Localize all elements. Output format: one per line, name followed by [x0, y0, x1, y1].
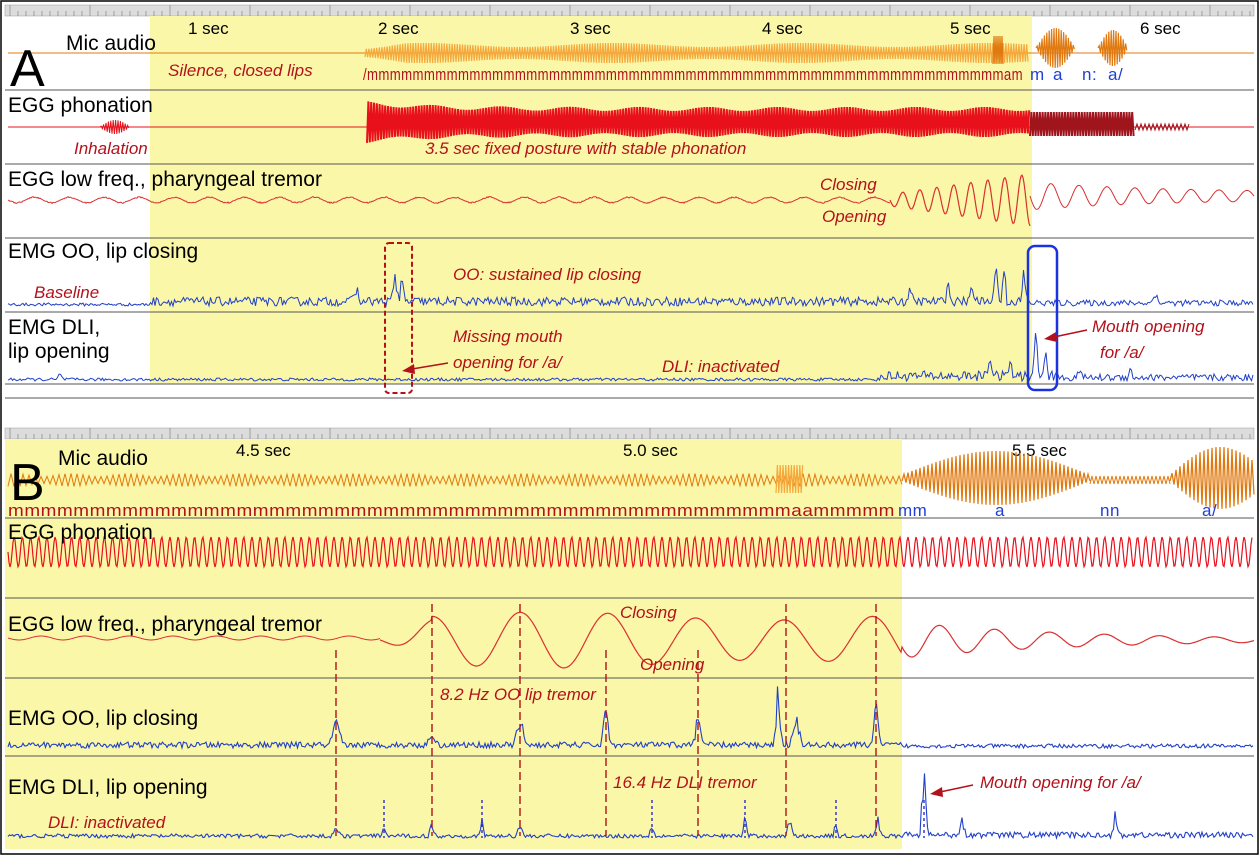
panel-a-sec-6: 6 sec — [1140, 19, 1181, 38]
panel-a-dli-inactivated: DLI: inactivated — [662, 357, 780, 376]
panel-a-letter: A — [10, 40, 45, 98]
panel-a-phonetic-n: n: — [1082, 65, 1097, 84]
panel-a-track-egg: EGG phonation — [8, 94, 153, 117]
panel-b-phonetic-a: a — [995, 501, 1005, 520]
panel-b-track-oo: EMG OO, lip closing — [8, 707, 198, 730]
panel-b-ruler — [4, 427, 1255, 440]
panel-b-phonetic-a2: a/ — [1202, 501, 1217, 520]
panel-a-sec-3: 3 sec — [570, 19, 611, 38]
panel-b-track-tremor: EGG low freq., pharyngeal tremor — [8, 613, 322, 636]
panel-a-inhalation: Inhalation — [74, 139, 148, 158]
panel-a-oo-sustained: OO: sustained lip closing — [453, 265, 642, 284]
panel-b-phonetic-nn: nn — [1100, 501, 1120, 520]
panel-a-missing-1: Missing mouth — [453, 327, 563, 346]
panel-a-phonetic-a2: a/ — [1108, 65, 1123, 84]
panel-a-track-tremor: EGG low freq., pharyngeal tremor — [8, 168, 322, 191]
panel-a-sec-4: 4 sec — [762, 19, 803, 38]
panel-b-mouth-open: Mouth opening for /a/ — [980, 773, 1143, 792]
panel-a-closing: Closing — [820, 175, 877, 194]
panel-a-track-dli-1: EMG DLI, — [8, 316, 100, 339]
panel-b-sec-2: 5.0 sec — [623, 441, 678, 460]
panel-b-phonetic-red: mmmmmmmmmmmmmmmmmmmmmmmmmmmmmmmmmmmmmmmm… — [8, 501, 895, 520]
panel-a-sec-1: 1 sec — [188, 19, 229, 38]
panel-a-mouth-open-1: Mouth opening — [1092, 317, 1205, 336]
panel-a-phonetic-red: /mmmmmmmmmmmmmmmmmmmmmmmmmmmmmmmmmmmmmmm… — [363, 65, 1023, 84]
panel-b-closing: Closing — [620, 603, 677, 622]
panel-a-silence: Silence, closed lips — [168, 61, 313, 80]
panel-a-sec-2: 2 sec — [378, 19, 419, 38]
figure: 1 sec 2 sec 3 sec 4 sec 5 sec 6 sec A Mi… — [0, 0, 1259, 855]
panel-b-track-egg: EGG phonation — [8, 521, 153, 544]
panel-a-missing-2: opening for /a/ — [453, 353, 564, 372]
panel-a-sec-5: 5 sec — [950, 19, 991, 38]
panel-b-phonetic-mm: mm — [898, 501, 927, 520]
panel-a-phonetic-a: a — [1053, 65, 1063, 84]
panel-b-track-dli: EMG DLI, lip opening — [8, 776, 208, 799]
panel-b-sec-1: 4.5 sec — [236, 441, 291, 460]
panel-b-dli-tremor: 16.4 Hz DLI tremor — [613, 773, 758, 792]
panel-a-opening: Opening — [822, 207, 887, 226]
panel-b-track-mic: Mic audio — [58, 447, 148, 470]
panel-b-dli-inactivated: DLI: inactivated — [48, 813, 166, 832]
panel-b-oo-tremor: 8.2 Hz OO lip tremor — [440, 685, 597, 704]
panel-b-opening: Opening — [640, 655, 705, 674]
panel-a-track-dli-2: lip opening — [8, 340, 110, 363]
panel-a-baseline: Baseline — [34, 283, 99, 302]
panel-a-mouth-open-2: for /a/ — [1100, 343, 1146, 362]
panel-a-fixed-posture: 3.5 sec fixed posture with stable phonat… — [425, 139, 746, 158]
panel-a-phonetic-m: m — [1030, 65, 1045, 84]
panel-a-ruler — [4, 4, 1255, 17]
panel-a-track-oo: EMG OO, lip closing — [8, 240, 198, 263]
panel-a-track-mic: Mic audio — [66, 32, 156, 55]
